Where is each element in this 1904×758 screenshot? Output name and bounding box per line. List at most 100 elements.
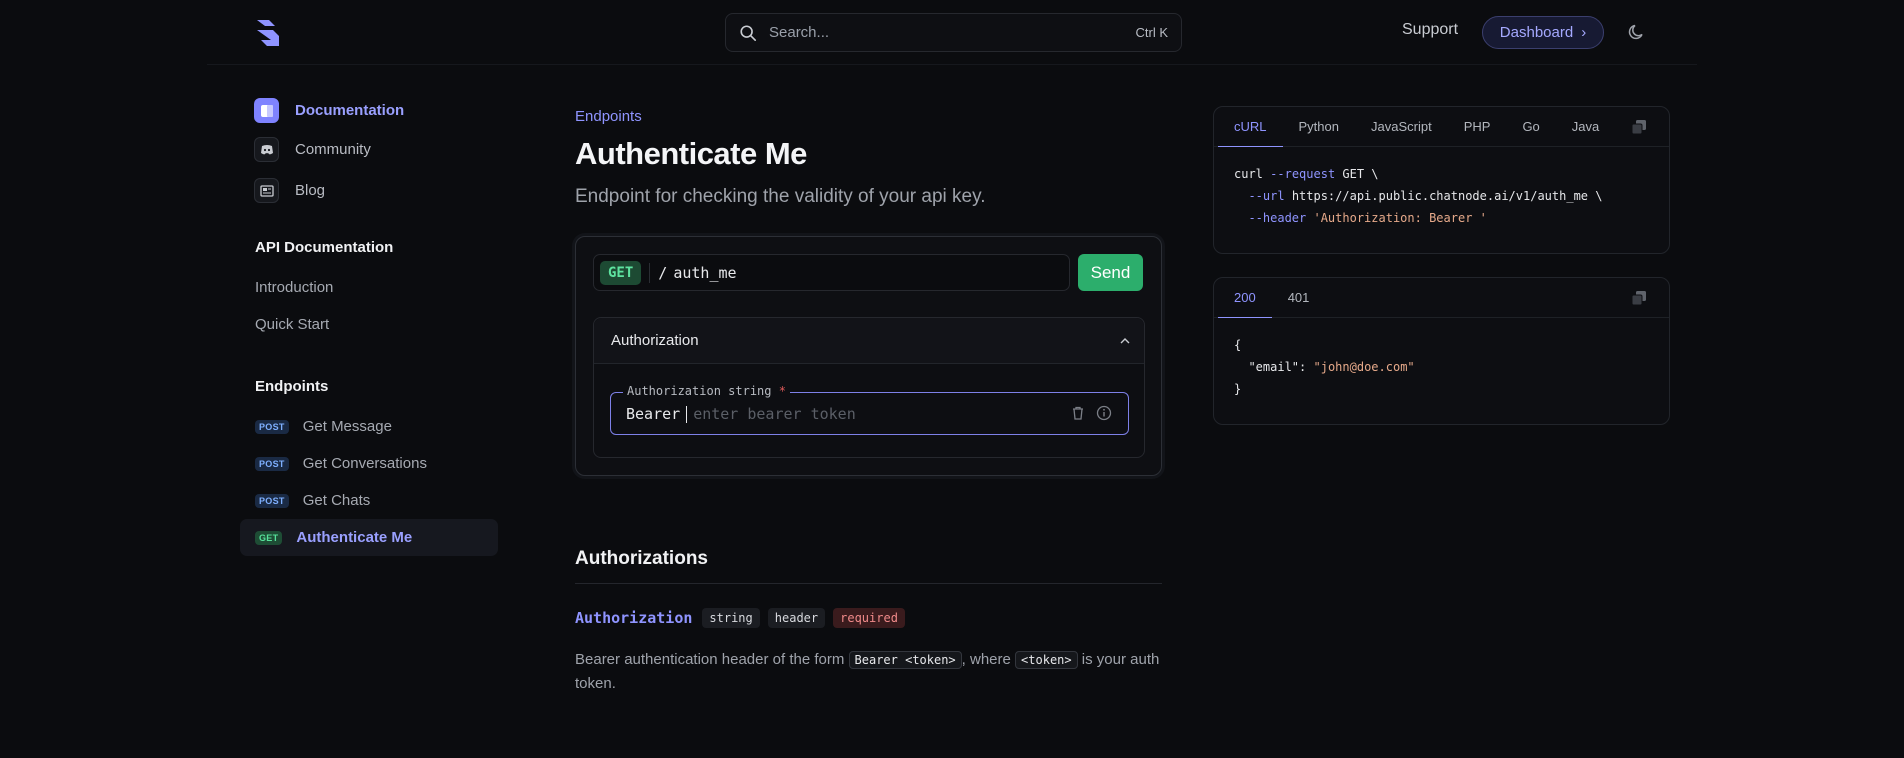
page-title: Authenticate Me bbox=[575, 136, 807, 171]
info-icon[interactable] bbox=[1096, 405, 1112, 421]
page-description: Endpoint for checking the validity of yo… bbox=[575, 186, 986, 207]
sidebar-endpoint-authenticate-me[interactable]: GET Authenticate Me bbox=[240, 519, 498, 556]
sidebar-endpoint-get-conversations[interactable]: POST Get Conversations bbox=[240, 445, 498, 482]
code-token: GET \ bbox=[1342, 167, 1379, 181]
code-token: 'Authorization: Bearer ' bbox=[1313, 211, 1487, 225]
sidebar-endpoint-get-message[interactable]: POST Get Message bbox=[240, 408, 498, 445]
trash-icon[interactable] bbox=[1070, 405, 1086, 421]
token-input[interactable]: enter bearer token bbox=[693, 405, 856, 423]
code-token: : bbox=[1299, 360, 1307, 374]
authorization-field[interactable]: Authorization string * Bearer enter bear… bbox=[610, 384, 1129, 435]
api-docs-heading: API Documentation bbox=[255, 239, 394, 256]
language-tabs: cURL Python JavaScript PHP Go Java bbox=[1214, 107, 1669, 147]
text-caret bbox=[686, 405, 688, 423]
tab-javascript[interactable]: JavaScript bbox=[1355, 107, 1448, 147]
method-badge: POST bbox=[255, 456, 289, 471]
dashboard-button[interactable]: Dashboard › bbox=[1482, 16, 1604, 49]
inline-code: Bearer <token> bbox=[848, 651, 962, 669]
required-mark: * bbox=[778, 384, 786, 398]
chevron-up-icon bbox=[1120, 337, 1130, 343]
sidebar-item-quick-start[interactable]: Quick Start bbox=[255, 316, 329, 333]
code-token: https://api.public.chatnode.ai/v1/auth_m… bbox=[1291, 189, 1603, 203]
header-divider bbox=[207, 64, 1697, 65]
bearer-prefix: Bearer bbox=[626, 405, 681, 423]
method-pill: GET bbox=[600, 260, 642, 285]
field-value: Bearer enter bearer token bbox=[626, 405, 856, 423]
code-token: "email" bbox=[1248, 360, 1300, 374]
status-tabs: 200 401 bbox=[1214, 278, 1669, 318]
copy-icon[interactable] bbox=[1631, 119, 1647, 135]
code-token: curl bbox=[1234, 167, 1263, 181]
sidebar-link-community[interactable]: Community bbox=[254, 137, 371, 162]
endpoint-label: Get Chats bbox=[302, 492, 371, 509]
field-legend: Authorization string * bbox=[623, 384, 790, 398]
authorization-param: Authorization string header required bbox=[575, 608, 905, 628]
tab-php[interactable]: PHP bbox=[1448, 107, 1507, 147]
field-type: string bbox=[728, 384, 772, 398]
tab-status-401[interactable]: 401 bbox=[1272, 278, 1326, 318]
endpoints-heading: Endpoints bbox=[255, 378, 329, 395]
sidebar-link-documentation[interactable]: Documentation bbox=[254, 98, 404, 123]
url-bar: GET / auth_me bbox=[593, 254, 1070, 291]
discord-icon bbox=[254, 137, 279, 162]
sidebar-item-introduction[interactable]: Introduction bbox=[255, 279, 333, 296]
sidebar-link-label: Blog bbox=[295, 182, 326, 199]
search-placeholder: Search... bbox=[769, 24, 830, 41]
search-icon bbox=[740, 24, 757, 41]
copy-icon[interactable] bbox=[1631, 290, 1647, 306]
code-token: --url bbox=[1248, 189, 1285, 203]
search-input[interactable]: Search... Ctrl K bbox=[725, 13, 1182, 52]
chevron-right-icon: › bbox=[1581, 24, 1587, 41]
tab-status-200[interactable]: 200 bbox=[1218, 278, 1272, 318]
url-separator: / bbox=[658, 263, 668, 282]
tab-go[interactable]: Go bbox=[1506, 107, 1555, 147]
field-label: Authorization bbox=[627, 384, 721, 398]
request-code: curl --request GET \ --url https://api.p… bbox=[1214, 147, 1669, 245]
method-badge: GET bbox=[255, 530, 283, 545]
newspaper-icon bbox=[254, 178, 279, 203]
tab-curl[interactable]: cURL bbox=[1218, 107, 1283, 147]
sidebar-link-label: Community bbox=[295, 141, 371, 158]
send-button[interactable]: Send bbox=[1078, 254, 1143, 291]
tab-java[interactable]: Java bbox=[1556, 107, 1615, 147]
param-name: Authorization bbox=[575, 609, 693, 627]
sidebar-link-blog[interactable]: Blog bbox=[254, 178, 325, 203]
param-description: Bearer authentication header of the form… bbox=[575, 648, 1165, 696]
book-icon bbox=[254, 98, 279, 123]
sidebar-link-label: Documentation bbox=[295, 102, 405, 119]
request-code-panel: cURL Python JavaScript PHP Go Java curl … bbox=[1213, 106, 1670, 254]
authorizations-heading: Authorizations bbox=[575, 548, 708, 569]
code-token: "john@doe.com" bbox=[1313, 360, 1415, 374]
logo-icon[interactable] bbox=[255, 18, 285, 48]
method-badge: POST bbox=[255, 493, 289, 508]
code-token: --request bbox=[1270, 167, 1336, 181]
code-token: } bbox=[1234, 382, 1242, 396]
desc-text: , where bbox=[961, 651, 1011, 668]
method-badge: POST bbox=[255, 419, 289, 434]
location-chip: header bbox=[767, 608, 826, 628]
dashboard-label: Dashboard bbox=[1499, 24, 1574, 41]
url-path: auth_me bbox=[673, 263, 737, 282]
endpoint-label: Authenticate Me bbox=[296, 529, 413, 546]
authorization-toggle[interactable]: Authorization bbox=[594, 318, 1144, 364]
sidebar-endpoint-get-chats[interactable]: POST Get Chats bbox=[240, 482, 498, 519]
top-bar: Search... Ctrl K Support Dashboard › bbox=[0, 0, 1904, 64]
support-link[interactable]: Support bbox=[1402, 21, 1458, 39]
breadcrumb[interactable]: Endpoints bbox=[575, 108, 642, 125]
section-divider bbox=[575, 583, 1162, 584]
api-playground: GET / auth_me Send Authorization Authori… bbox=[575, 236, 1162, 476]
search-shortcut: Ctrl K bbox=[1135, 25, 1169, 40]
type-chip: string bbox=[702, 608, 760, 628]
tab-python[interactable]: Python bbox=[1283, 107, 1355, 147]
required-chip: required bbox=[833, 608, 905, 628]
endpoint-label: Get Conversations bbox=[302, 455, 427, 472]
response-code: { "email": "john@doe.com" } bbox=[1214, 318, 1669, 416]
code-token: --header bbox=[1248, 211, 1307, 225]
moon-icon[interactable] bbox=[1627, 22, 1647, 42]
endpoint-label: Get Message bbox=[302, 418, 392, 435]
response-code-panel: 200 401 { "email": "john@doe.com" } bbox=[1213, 277, 1670, 425]
url-divider bbox=[649, 262, 651, 283]
inline-code: <token> bbox=[1015, 651, 1078, 669]
desc-text: Bearer authentication header of the form bbox=[575, 651, 845, 668]
field-actions bbox=[1070, 405, 1112, 421]
